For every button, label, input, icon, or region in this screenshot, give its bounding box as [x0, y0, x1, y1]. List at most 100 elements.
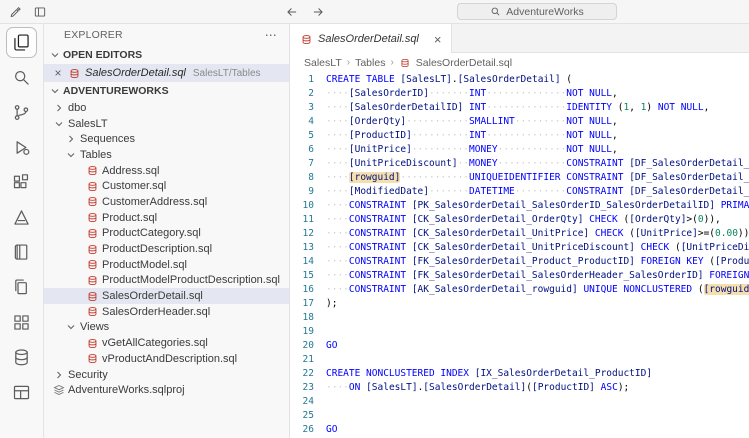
code-line[interactable]: ····CONSTRAINT [FK_SalesOrderDetail_Sale… [326, 269, 749, 283]
notebooks-icon[interactable] [6, 237, 37, 268]
line-number[interactable]: 20 [290, 339, 314, 353]
back-arrow-icon[interactable] [285, 5, 299, 19]
extensions-icon[interactable] [6, 167, 37, 198]
tree-item-vgetallcategories-sql[interactable]: vGetAllCategories.sql [44, 335, 289, 351]
line-number[interactable]: 16 [290, 283, 314, 297]
search-icon[interactable] [6, 62, 37, 93]
tree-item-sequences[interactable]: Sequences [44, 131, 289, 147]
tree-item-security[interactable]: Security [44, 367, 289, 383]
code-line[interactable]: ····ON [SalesLT].[SalesOrderDetail]([Pro… [326, 381, 749, 395]
activity-bar [0, 24, 44, 438]
line-number[interactable]: 18 [290, 311, 314, 325]
database-projects-icon[interactable] [6, 342, 37, 373]
code-line[interactable] [326, 353, 749, 367]
code-line[interactable]: CREATE TABLE [SalesLT].[SalesOrderDetail… [326, 73, 749, 87]
open-editor-item[interactable]: ×SalesOrderDetail.sqlSalesLT/Tables [44, 64, 289, 82]
code-line[interactable]: ····CONSTRAINT [FK_SalesOrderDetail_Prod… [326, 255, 749, 269]
line-number[interactable]: 8 [290, 171, 314, 185]
tree-item-tables[interactable]: Tables [44, 147, 289, 163]
line-number[interactable]: 15 [290, 269, 314, 283]
line-number[interactable]: 21 [290, 353, 314, 367]
code-line[interactable]: ····[SalesOrderID]·······INT············… [326, 87, 749, 101]
tree-item-salesorderheader-sql[interactable]: SalesOrderHeader.sql [44, 304, 289, 320]
tree-item-saleslt[interactable]: SalesLT [44, 116, 289, 132]
line-number[interactable]: 14 [290, 255, 314, 269]
tree-item-customer-sql[interactable]: Customer.sql [44, 178, 289, 194]
code-line[interactable]: ····[UnitPriceDiscount]··MONEY··········… [326, 157, 749, 171]
code-line[interactable]: ····[SalesOrderDetailID] INT············… [326, 101, 749, 115]
source-control-icon[interactable] [6, 97, 37, 128]
more-actions-icon[interactable]: ⋯ [265, 28, 277, 42]
line-number[interactable]: 7 [290, 157, 314, 171]
forward-arrow-icon[interactable] [311, 5, 325, 19]
line-number[interactable]: 2 [290, 87, 314, 101]
tree-item-productmodelproductdescription-sql[interactable]: ProductModelProductDescription.sql [44, 273, 289, 289]
code-line[interactable] [326, 325, 749, 339]
tree-item-adventureworks-sqlproj[interactable]: AdventureWorks.sqlproj [44, 382, 289, 398]
workspace-header[interactable]: ADVENTUREWORKS [44, 82, 289, 100]
code-line[interactable]: ····CONSTRAINT [CK_SalesOrderDetail_Unit… [326, 227, 749, 241]
code-line[interactable]: ····CONSTRAINT [AK_SalesOrderDetail_rowg… [326, 283, 749, 297]
code-line[interactable]: ····[OrderQty]···········SMALLINT·······… [326, 115, 749, 129]
open-editors-header[interactable]: OPEN EDITORS [44, 46, 289, 64]
code-line[interactable]: GO [326, 339, 749, 353]
tree-item-customeraddress-sql[interactable]: CustomerAddress.sql [44, 194, 289, 210]
tree-item-productdescription-sql[interactable]: ProductDescription.sql [44, 241, 289, 257]
tree-item-productcategory-sql[interactable]: ProductCategory.sql [44, 226, 289, 242]
line-number[interactable]: 12 [290, 227, 314, 241]
code-line[interactable]: ); [326, 297, 749, 311]
code-line[interactable]: ····CONSTRAINT [PK_SalesOrderDetail_Sale… [326, 199, 749, 213]
run-debug-icon[interactable] [6, 132, 37, 163]
code-line[interactable]: ····[ProductID]··········INT············… [326, 129, 749, 143]
code-editor[interactable]: 1234567891011121314151617181920212223242… [290, 72, 749, 438]
code-line[interactable]: CREATE NONCLUSTERED INDEX [IX_SalesOrder… [326, 367, 749, 381]
tree-item-label: ProductDescription.sql [102, 243, 212, 255]
tree-item-address-sql[interactable]: Address.sql [44, 163, 289, 179]
explorer-icon[interactable] [6, 27, 37, 58]
line-number[interactable]: 6 [290, 143, 314, 157]
tree-item-product-sql[interactable]: Product.sql [44, 210, 289, 226]
layout-icon[interactable] [33, 5, 47, 19]
line-number[interactable]: 24 [290, 395, 314, 409]
line-number[interactable]: 19 [290, 325, 314, 339]
line-number[interactable]: 22 [290, 367, 314, 381]
code-line[interactable]: ····[rowguid]············UNIQUEIDENTIFIE… [326, 171, 749, 185]
line-number[interactable]: 10 [290, 199, 314, 213]
code-line[interactable] [326, 311, 749, 325]
code-line[interactable]: GO [326, 423, 749, 437]
line-number[interactable]: 4 [290, 115, 314, 129]
code-line[interactable] [326, 395, 749, 409]
code-line[interactable] [326, 409, 749, 423]
tree-item-salesorderdetail-sql[interactable]: SalesOrderDetail.sql [44, 288, 289, 304]
line-number[interactable]: 3 [290, 101, 314, 115]
command-center-search[interactable]: AdventureWorks [457, 3, 617, 20]
tree-item-vproductanddescription-sql[interactable]: vProductAndDescription.sql [44, 351, 289, 367]
code-line[interactable]: ····[UnitPrice]··········MONEY··········… [326, 143, 749, 157]
tree-item-views[interactable]: Views [44, 320, 289, 336]
line-number[interactable]: 17 [290, 297, 314, 311]
line-number[interactable]: 25 [290, 409, 314, 423]
code-line[interactable]: ····CONSTRAINT [CK_SalesOrderDetail_Unit… [326, 241, 749, 255]
close-editor-icon[interactable]: × [52, 66, 64, 80]
line-number[interactable]: 13 [290, 241, 314, 255]
line-number[interactable]: 1 [290, 73, 314, 87]
line-number[interactable]: 26 [290, 423, 314, 437]
line-number[interactable]: 5 [290, 129, 314, 143]
line-number[interactable]: 9 [290, 185, 314, 199]
breadcrumb-item[interactable]: SalesOrderDetail.sql [399, 57, 512, 69]
schema-compare-icon[interactable] [6, 307, 37, 338]
breadcrumb-item[interactable]: Tables [355, 57, 385, 69]
code-line[interactable]: ····CONSTRAINT [CK_SalesOrderDetail_Orde… [326, 213, 749, 227]
tree-item-dbo[interactable]: dbo [44, 100, 289, 116]
tree-item-productmodel-sql[interactable]: ProductModel.sql [44, 257, 289, 273]
close-tab-icon[interactable]: × [432, 32, 444, 47]
tab-salesorderdetail-sql[interactable]: SalesOrderDetail.sql × [290, 24, 452, 54]
mssql-icon[interactable] [6, 202, 37, 233]
query-history-icon[interactable] [6, 272, 37, 303]
line-number[interactable]: 23 [290, 381, 314, 395]
breadcrumb-item[interactable]: SalesLT [304, 57, 342, 69]
table-designer-icon[interactable] [6, 377, 37, 408]
line-number[interactable]: 11 [290, 213, 314, 227]
code-line[interactable]: ····[ModifiedDate]·······DATETIME·······… [326, 185, 749, 199]
edit-icon[interactable] [9, 5, 23, 19]
